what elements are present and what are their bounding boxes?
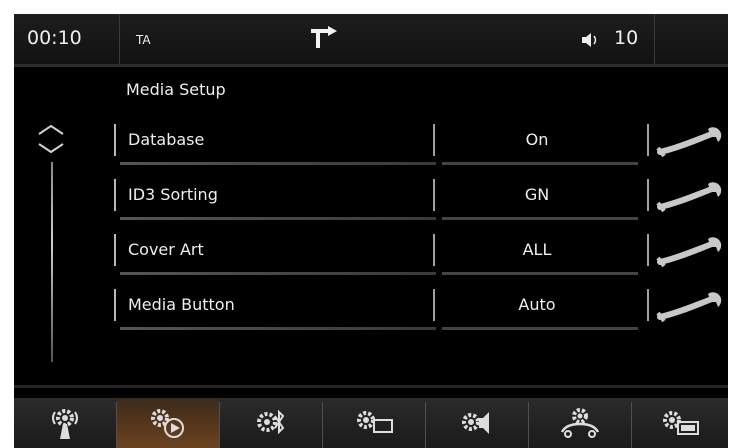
wrench-icon[interactable] (652, 122, 728, 162)
gear-speaker-icon (462, 412, 489, 434)
row-divider (647, 124, 649, 156)
setting-row-id3-sorting[interactable]: ID3 Sorting GN (114, 177, 728, 225)
row-underline (120, 162, 436, 165)
setting-value[interactable]: On (436, 130, 638, 149)
status-separator (119, 14, 120, 64)
row-divider (647, 179, 649, 211)
row-divider (114, 179, 116, 211)
row-underline (442, 327, 638, 330)
gear-antenna-icon (52, 409, 78, 439)
volume-level: 10 (614, 27, 639, 49)
row-divider (433, 124, 435, 156)
gear-device-icon (663, 411, 699, 435)
scroll-track[interactable] (51, 162, 53, 362)
gear-play-icon (151, 409, 184, 438)
row-divider (433, 289, 435, 321)
gear-bluetooth-icon (257, 409, 285, 435)
scroll-up-icon[interactable] (36, 122, 66, 138)
setting-row-media-button[interactable]: Media Button Auto (114, 287, 728, 335)
row-divider (114, 289, 116, 321)
tab-audio-settings[interactable] (426, 398, 528, 448)
tab-bluetooth-settings[interactable] (220, 398, 322, 448)
status-divider (14, 64, 728, 67)
tab-connectivity-settings[interactable] (14, 398, 116, 448)
setting-row-database[interactable]: Database On (114, 122, 728, 170)
row-divider (114, 234, 116, 266)
row-underline (120, 272, 436, 275)
speaker-icon (582, 33, 597, 47)
setting-label: Database (128, 130, 205, 149)
gear-car-icon (560, 408, 600, 438)
scrollbar[interactable] (36, 122, 66, 362)
row-divider (647, 234, 649, 266)
tab-bar-divider (14, 385, 728, 388)
traffic-announcement-indicator: TA (136, 33, 151, 47)
row-divider (433, 234, 435, 266)
setting-label: ID3 Sorting (128, 185, 218, 204)
clock: 00:10 (27, 27, 82, 49)
status-separator (654, 14, 655, 64)
settings-tab-bar (14, 398, 728, 448)
tab-vehicle-settings[interactable] (529, 398, 631, 448)
head-unit-screen: 00:10 TA 10 Media Setup Database On ID3 … (14, 14, 728, 448)
gear-screen-icon (357, 411, 393, 433)
tab-display-settings[interactable] (323, 398, 425, 448)
row-divider (647, 289, 649, 321)
page-title: Media Setup (126, 80, 226, 99)
scroll-down-icon[interactable] (36, 140, 66, 156)
wrench-icon[interactable] (652, 177, 728, 217)
navigation-turn-icon (311, 26, 337, 48)
row-underline (442, 162, 638, 165)
wrench-icon[interactable] (652, 232, 728, 272)
row-underline (120, 217, 436, 220)
status-bar: 00:10 TA 10 (14, 14, 728, 64)
setting-label: Media Button (128, 295, 235, 314)
row-underline (442, 217, 638, 220)
tab-media-settings[interactable] (117, 398, 219, 448)
setting-row-cover-art[interactable]: Cover Art ALL (114, 232, 728, 280)
row-divider (114, 124, 116, 156)
setting-value[interactable]: Auto (436, 295, 638, 314)
wrench-icon[interactable] (652, 287, 728, 327)
row-divider (433, 179, 435, 211)
row-underline (120, 327, 436, 330)
setting-label: Cover Art (128, 240, 204, 259)
row-underline (442, 272, 638, 275)
setting-value[interactable]: ALL (436, 240, 638, 259)
setting-value[interactable]: GN (436, 185, 638, 204)
tab-system-settings[interactable] (632, 398, 728, 448)
